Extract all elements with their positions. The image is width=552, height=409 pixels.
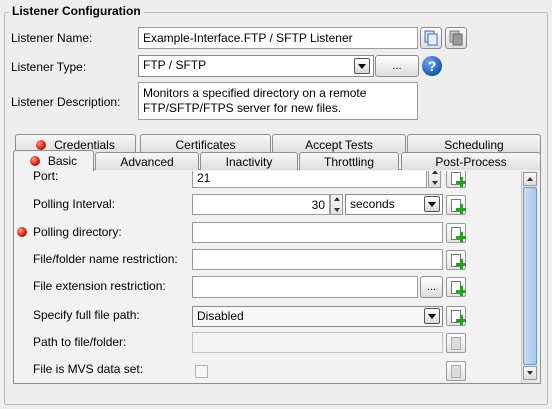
tab-advanced[interactable]: Advanced — [95, 152, 199, 170]
tab-label: Scheduling — [444, 137, 504, 152]
port-input[interactable]: 21 — [192, 171, 427, 188]
listener-name-input[interactable]: Example-Interface.FTP / SFTP Listener — [138, 27, 418, 49]
port-spinner[interactable] — [428, 171, 441, 188]
tab-certificates[interactable]: Certificates — [140, 134, 271, 154]
tab-basic[interactable]: Basic — [13, 150, 94, 171]
tab-label: Throttling — [323, 154, 375, 169]
description-line-1: Monitors a specified directory on a remo… — [143, 86, 367, 100]
chevron-down-icon[interactable] — [424, 196, 440, 212]
listener-description-label: Listener Description: — [11, 95, 121, 109]
scroll-up-button[interactable] — [523, 172, 537, 186]
chevron-down-icon[interactable] — [424, 308, 440, 324]
polling-interval-unit-select[interactable]: seconds — [345, 194, 443, 215]
error-icon — [29, 156, 40, 166]
polling-interval-unit-value: seconds — [350, 197, 395, 211]
paste-icon — [449, 30, 463, 46]
scroll-down-button[interactable] — [523, 366, 537, 380]
full-path-label: Specify full file path: — [33, 308, 140, 322]
name-restriction-variable-button[interactable] — [446, 250, 466, 270]
polling-directory-error-icon — [17, 227, 27, 237]
path-label: Path to file/folder: — [33, 335, 127, 349]
full-path-variable-button[interactable] — [446, 306, 466, 326]
listener-description-textarea[interactable]: Monitors a specified directory on a remo… — [138, 82, 418, 120]
polling-interval-input[interactable]: 30 — [192, 194, 330, 215]
listener-type-browse-button[interactable]: ... — [375, 55, 419, 77]
ext-restriction-variable-button[interactable] — [446, 277, 466, 297]
chevron-down-icon[interactable] — [354, 58, 370, 74]
tab-inactivity[interactable]: Inactivity — [200, 152, 298, 170]
tab-label: Post-Process — [435, 154, 507, 169]
mvs-checkbox[interactable] — [195, 365, 208, 378]
tab-label: Inactivity — [225, 154, 273, 169]
scroll-thumb[interactable] — [523, 187, 537, 365]
full-path-select[interactable]: Disabled — [192, 306, 443, 327]
basic-tab-content: Port: 21 Polling Interval: 30 seconds Po… — [14, 171, 519, 383]
section-title: Listener Configuration — [9, 4, 144, 18]
copy-button[interactable] — [420, 27, 442, 49]
error-icon — [36, 139, 47, 150]
polling-interval-spinner[interactable] — [330, 194, 343, 215]
tab-accept-tests[interactable]: Accept Tests — [272, 134, 406, 154]
full-path-value: Disabled — [197, 309, 244, 323]
name-restriction-label: File/folder name restriction: — [33, 252, 178, 266]
polling-directory-input[interactable] — [192, 222, 443, 243]
mvs-label: File is MVS data set: — [33, 362, 144, 376]
tab-throttling[interactable]: Throttling — [299, 152, 399, 170]
description-line-2: FTP/SFTP/FTPS server for new files. — [143, 101, 342, 115]
tab-label: Basic — [47, 154, 78, 168]
copy-icon — [424, 30, 438, 46]
path-input[interactable] — [192, 332, 443, 353]
tab-label: Certificates — [175, 137, 236, 152]
tab-post-process[interactable]: Post-Process — [401, 152, 541, 170]
polling-directory-label: Polling directory: — [33, 225, 122, 239]
mvs-variable-button[interactable] — [446, 361, 466, 381]
listener-type-value: FTP / SFTP — [143, 58, 207, 72]
port-variable-button[interactable] — [446, 171, 466, 188]
path-variable-button[interactable] — [446, 333, 466, 353]
name-restriction-input[interactable] — [192, 249, 443, 270]
tab-label: Advanced — [120, 154, 174, 169]
polling-interval-variable-button[interactable] — [446, 195, 466, 215]
listener-name-label: Listener Name: — [11, 31, 93, 45]
listener-type-label: Listener Type: — [11, 60, 87, 74]
polling-interval-label: Polling Interval: — [33, 197, 116, 211]
ext-restriction-browse-button[interactable]: ... — [420, 276, 443, 298]
paste-button[interactable] — [445, 27, 467, 49]
polling-directory-variable-button[interactable] — [446, 223, 466, 243]
ext-restriction-input[interactable] — [192, 276, 418, 298]
ext-restriction-label: File extension restriction: — [33, 279, 166, 293]
help-icon[interactable]: ? — [422, 56, 442, 76]
tab-label: Accept Tests — [305, 137, 373, 152]
listener-type-select[interactable]: FTP / SFTP — [138, 55, 374, 77]
port-label: Port: — [33, 171, 59, 183]
tab-scheduling[interactable]: Scheduling — [407, 134, 541, 154]
vertical-scrollbar[interactable] — [521, 171, 538, 383]
